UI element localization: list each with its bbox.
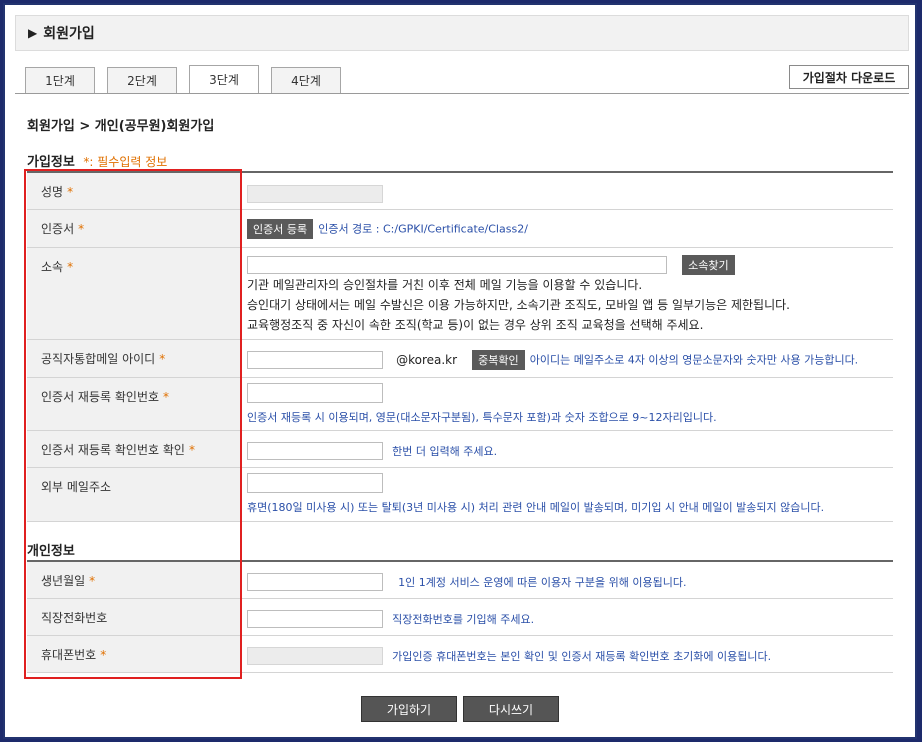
breadcrumb: 회원가입 > 개인(공무원)회원가입 bbox=[27, 119, 215, 134]
external-mail-input[interactable] bbox=[247, 472, 383, 493]
personal-info-table: 생년월일 * 1인 1계정 서비스 운영에 따른 이용자 구분을 위해 이용됩니다… bbox=[27, 560, 893, 673]
label-cert-password-confirm-text: 인증서 재등록 확인번호 확인 bbox=[41, 443, 185, 457]
required-mark: * bbox=[78, 222, 85, 236]
affiliation-info-2: 승인대기 상태에서는 메일 수발신은 이용 가능하지만, 소속기관 조직도, 모… bbox=[247, 297, 790, 312]
register-cert-button[interactable]: 인증서 등록 bbox=[247, 218, 314, 239]
label-mail-id: 공직자통합메일 아이디 * bbox=[27, 340, 241, 377]
label-office-phone: 직장전화번호 bbox=[27, 599, 241, 635]
row-certificate: 인증서 * 인증서 등록 인증서 경로 : C:/GPKI/Certificate… bbox=[27, 210, 893, 248]
label-certificate-text: 인증서 bbox=[41, 222, 75, 236]
required-note-text: : 필수입력 정보 bbox=[89, 155, 168, 169]
label-birth: 생년월일 * bbox=[27, 562, 241, 598]
mobile-input[interactable] bbox=[247, 646, 383, 665]
tab-step-4[interactable]: 4단계 bbox=[271, 67, 341, 93]
required-note: *: 필수입력 정보 bbox=[83, 155, 167, 169]
signup-info-heading: 가입정보 *: 필수입력 정보 bbox=[27, 151, 167, 170]
cert-password-input[interactable] bbox=[247, 382, 383, 403]
required-mark: * bbox=[89, 574, 96, 588]
label-mobile: 휴대폰번호 * bbox=[27, 636, 241, 672]
affiliation-input[interactable] bbox=[247, 255, 667, 274]
label-mobile-text: 휴대폰번호 bbox=[41, 648, 97, 662]
name-input[interactable] bbox=[247, 184, 383, 203]
row-affiliation: 소속 * 소속찾기 기관 메일관리자의 승인절차를 거친 이후 전체 메일 기능을… bbox=[27, 248, 893, 340]
label-name-text: 성명 bbox=[41, 185, 64, 199]
row-birth: 생년월일 * 1인 1계정 서비스 운영에 따른 이용자 구분을 위해 이용됩니다… bbox=[27, 562, 893, 599]
submit-button[interactable]: 가입하기 bbox=[361, 696, 457, 722]
mail-domain: @korea.kr bbox=[396, 352, 458, 367]
signup-info-title: 가입정보 bbox=[27, 155, 75, 170]
cert-password-confirm-hint: 한번 더 입력해 주세요. bbox=[392, 444, 498, 458]
label-cert-password-confirm: 인증서 재등록 확인번호 확인 * bbox=[27, 431, 241, 467]
label-mail-id-text: 공직자통합메일 아이디 bbox=[41, 352, 156, 366]
row-external-mail: 외부 메일주소 휴면(180일 미사용 시) 또는 탈퇴(3년 미사용 시) 처… bbox=[27, 468, 893, 522]
required-mark: * bbox=[163, 390, 170, 404]
affiliation-info-3: 교육행정조직 중 자신이 속한 조직(학교 등)이 없는 경우 상위 조직 교육… bbox=[247, 317, 704, 332]
label-cert-password-text: 인증서 재등록 확인번호 bbox=[41, 390, 160, 404]
signup-page: ▶ 회원가입 1단계 2단계 3단계 4단계 가입절차 다운로드 회원가입 > … bbox=[3, 3, 917, 739]
office-phone-hint: 직장전화번호를 기입해 주세요. bbox=[392, 612, 535, 626]
tab-step-2[interactable]: 2단계 bbox=[107, 67, 177, 93]
external-mail-hint: 휴면(180일 미사용 시) 또는 탈퇴(3년 미사용 시) 처리 관련 안내 … bbox=[247, 500, 825, 514]
triangle-right-icon: ▶ bbox=[28, 26, 38, 40]
check-duplicate-button[interactable]: 중복확인 bbox=[472, 349, 525, 370]
required-mark: * bbox=[100, 648, 107, 662]
cert-path-text: 인증서 경로 : C:/GPKI/Certificate/Class2/ bbox=[318, 222, 528, 236]
required-mark: * bbox=[67, 185, 74, 199]
reset-button[interactable]: 다시쓰기 bbox=[463, 696, 559, 722]
birth-input[interactable] bbox=[247, 572, 383, 591]
download-procedure-button[interactable]: 가입절차 다운로드 bbox=[789, 65, 909, 89]
row-mail-id: 공직자통합메일 아이디 * @korea.kr 중복확인 아이디는 메일주소로 4… bbox=[27, 340, 893, 378]
affiliation-info-1: 기관 메일관리자의 승인절차를 거친 이후 전체 메일 기능을 이용할 수 있습… bbox=[247, 277, 643, 292]
label-cert-password: 인증서 재등록 확인번호 * bbox=[27, 378, 241, 430]
personal-info-heading: 개인정보 bbox=[27, 544, 75, 559]
mail-id-input[interactable] bbox=[247, 350, 383, 369]
signup-info-table: 성명 * 인증서 * 인증서 등록 인증서 경로 : C:/GPKI/Certifi… bbox=[27, 171, 893, 522]
birth-hint: 1인 1계정 서비스 운영에 따른 이용자 구분을 위해 이용됩니다. bbox=[398, 575, 687, 589]
label-affiliation: 소속 * bbox=[27, 248, 241, 339]
mobile-hint: 가입인증 휴대폰번호는 본인 확인 및 인증서 재등록 확인번호 초기화에 이용… bbox=[392, 649, 772, 663]
mail-id-hint: 아이디는 메일주소로 4자 이상의 영문소문자와 숫자만 사용 가능합니다. bbox=[529, 353, 859, 367]
required-mark: * bbox=[67, 260, 74, 274]
step-tabs: 1단계 2단계 3단계 4단계 가입절차 다운로드 bbox=[15, 63, 909, 94]
page-header: ▶ 회원가입 bbox=[15, 15, 909, 51]
label-birth-text: 생년월일 bbox=[41, 574, 86, 588]
find-affiliation-button[interactable]: 소속찾기 bbox=[682, 254, 735, 275]
row-mobile: 휴대폰번호 * 가입인증 휴대폰번호는 본인 확인 및 인증서 재등록 확인번호 … bbox=[27, 636, 893, 673]
row-name: 성명 * bbox=[27, 173, 893, 210]
label-name: 성명 * bbox=[27, 173, 241, 209]
label-certificate: 인증서 * bbox=[27, 210, 241, 247]
page-title: 회원가입 bbox=[43, 26, 95, 42]
tab-step-1[interactable]: 1단계 bbox=[25, 67, 95, 93]
row-cert-password: 인증서 재등록 확인번호 * 인증서 재등록 시 이용되며, 영문(대소문자구분됨… bbox=[27, 378, 893, 431]
label-external-mail: 외부 메일주소 bbox=[27, 468, 241, 521]
office-phone-input[interactable] bbox=[247, 609, 383, 628]
label-affiliation-text: 소속 bbox=[41, 260, 64, 274]
row-office-phone: 직장전화번호 직장전화번호를 기입해 주세요. bbox=[27, 599, 893, 636]
cert-password-hint: 인증서 재등록 시 이용되며, 영문(대소문자구분됨), 특수문자 포함)과 숫… bbox=[247, 410, 717, 424]
required-mark: * bbox=[188, 443, 195, 457]
required-mark: * bbox=[159, 352, 166, 366]
cert-password-confirm-input[interactable] bbox=[247, 441, 383, 460]
tab-step-3[interactable]: 3단계 bbox=[189, 65, 259, 93]
row-cert-password-confirm: 인증서 재등록 확인번호 확인 * 한번 더 입력해 주세요. bbox=[27, 431, 893, 468]
